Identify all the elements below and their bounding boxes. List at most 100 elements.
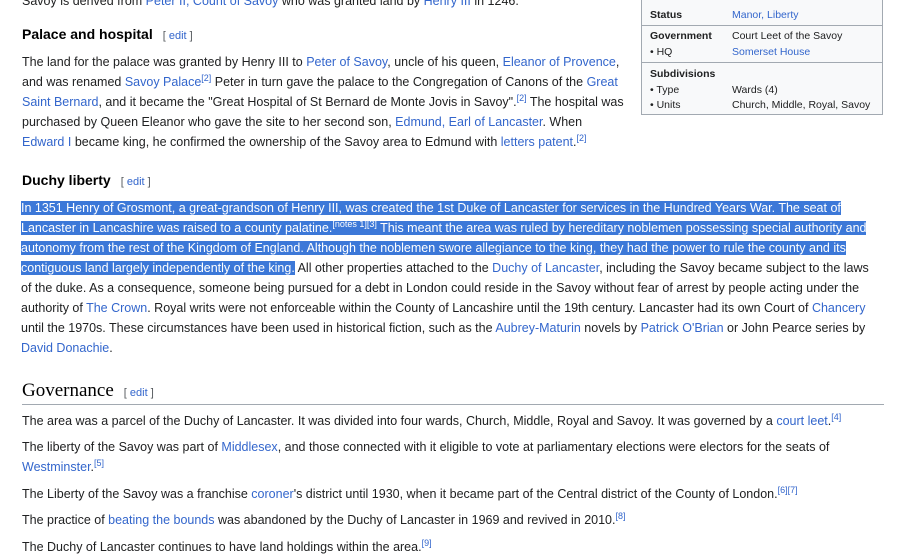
infobox-label: • HQ [650, 46, 673, 58]
edit-link[interactable]: edit [127, 176, 145, 188]
text: The land for the palace was granted by H… [22, 55, 307, 69]
text: , including the Savoy became subject to … [599, 261, 869, 275]
text: The practice of [22, 513, 109, 527]
divider [642, 25, 882, 26]
section-heading-governance: Governance [ edit ] [22, 380, 154, 402]
text: novels by [580, 321, 641, 335]
link-david-donachie[interactable]: David Donachie [21, 341, 109, 355]
ref-link[interactable]: [notes 1][3] [332, 219, 377, 229]
link-aubrey-maturin[interactable]: Aubrey-Maturin [495, 321, 580, 335]
text: The hospital was [526, 95, 624, 109]
ref-link[interactable]: [9] [422, 538, 432, 548]
section-heading-palace: Palace and hospital [ edit ] [22, 26, 193, 42]
link-savoy-palace[interactable]: Savoy Palace [125, 75, 201, 89]
text: . [109, 341, 113, 355]
text: became king, he confirmed the ownership … [71, 135, 501, 149]
link-peter-ii[interactable]: Peter II, Count of Savoy [146, 0, 279, 8]
text: Peter in turn gave the palace to the Con… [211, 75, 587, 89]
line: Westminster.[5] [22, 457, 829, 477]
text: of the duke. As a consequence, someone b… [21, 281, 860, 295]
heading-text: Governance [22, 380, 114, 401]
line: autonomy from the rest of the Kingdom of… [21, 238, 869, 258]
selected-text[interactable]: Lancaster in Lancashire was raised to a … [21, 219, 867, 235]
section-heading-duchy: Duchy liberty [ edit ] [22, 172, 151, 188]
link-peter-of-savoy[interactable]: Peter of Savoy [306, 55, 387, 69]
ref-link[interactable]: [8] [615, 511, 625, 521]
link-great-saint-bernard[interactable]: Saint Bernard [22, 95, 98, 109]
link-the-crown[interactable]: The Crown [86, 301, 147, 315]
text: The liberty of the Savoy was part of [22, 440, 222, 454]
line: until the 1970s. These circumstances hav… [21, 318, 869, 338]
ref-link[interactable]: [4] [831, 412, 841, 422]
link-edmund-earl-of-lancaster[interactable]: Edmund, Earl of Lancaster [395, 115, 542, 129]
infobox-label: Status [650, 9, 683, 21]
text: The Duchy of Lancaster continues to have… [22, 540, 422, 554]
line: purchased by Queen Eleanor who gave the … [22, 112, 624, 132]
selected-text[interactable]: In 1351 Henry of Grosmont, a great-grand… [21, 201, 841, 215]
text: purchased by Queen Eleanor who gave the … [22, 115, 396, 129]
text: in 1246. [470, 0, 519, 8]
line: David Donachie. [21, 338, 869, 358]
selected-text[interactable]: contiguous land largely independently of… [21, 261, 295, 275]
infobox-label: Subdivisions [650, 68, 716, 80]
text: The area was a parcel of the Duchy of La… [22, 414, 777, 428]
infobox-label: • Type [650, 84, 680, 96]
text: The Liberty of the Savoy was a franchise [22, 487, 252, 501]
heading-underline [22, 404, 884, 405]
link-henry-iii[interactable]: Henry III [424, 0, 471, 8]
link-beating-the-bounds[interactable]: beating the bounds [108, 513, 214, 527]
edit-link[interactable]: edit [169, 30, 187, 42]
paragraph-palace: The land for the palace was granted by H… [22, 52, 624, 152]
edit-link-wrapper: [ edit ] [123, 387, 154, 399]
text: , uncle of his queen, [387, 55, 503, 69]
paragraph-governance-5: The Duchy of Lancaster continues to have… [22, 537, 432, 557]
text: until the 1970s. These circumstances hav… [21, 321, 496, 335]
link-great-saint-bernard[interactable]: Great [587, 75, 618, 89]
selected-text[interactable]: autonomy from the rest of the Kingdom of… [21, 241, 846, 255]
edit-link-wrapper: [ edit ] [162, 30, 193, 42]
infobox-value: Wards (4) [732, 84, 778, 96]
paragraph-governance-4: The practice of beating the bounds was a… [22, 510, 626, 530]
link-middlesex[interactable]: Middlesex [221, 440, 277, 454]
link-westminster[interactable]: Westminster [22, 460, 91, 474]
link-edward-i[interactable]: Edward I [22, 135, 71, 149]
infobox-hq-link[interactable]: Somerset House [732, 46, 810, 58]
link-patrick-obrian[interactable]: Patrick O'Brian [641, 321, 724, 335]
link-coroner[interactable]: coroner [251, 487, 293, 501]
link-eleanor-of-provence[interactable]: Eleanor of Provence [503, 55, 616, 69]
text: This meant the area was ruled by heredit… [376, 221, 867, 235]
text: , [615, 55, 620, 69]
ref-link[interactable]: [2] [577, 133, 587, 143]
line: Saint Bernard, and it became the "Great … [22, 92, 624, 112]
text: 's district until 1930, when it became p… [293, 487, 778, 501]
edit-link[interactable]: edit [130, 387, 148, 399]
ref-link[interactable]: [2] [201, 73, 211, 83]
link-duchy-of-lancaster[interactable]: Duchy of Lancaster [492, 261, 599, 275]
line: contiguous land largely independently of… [21, 258, 869, 278]
link-letters-patent[interactable]: letters patent [501, 135, 573, 149]
ref-link[interactable]: [5] [94, 458, 104, 468]
line: The land for the palace was granted by H… [22, 52, 624, 72]
text: Savoy is derived from [22, 0, 146, 8]
text: . Royal writs were not enforceable withi… [147, 301, 812, 315]
edit-link-wrapper: [ edit ] [120, 176, 151, 188]
line: Edward I became king, he confirmed the o… [22, 132, 624, 152]
link-chancery[interactable]: Chancery [812, 301, 866, 315]
text: , and it became the "Great Hospital of S… [98, 95, 517, 109]
infobox-value: Church, Middle, Royal, Savoy [732, 99, 871, 111]
ref-link[interactable]: [2] [517, 93, 527, 103]
text: , and those connected with it eligible t… [277, 440, 830, 454]
line: authority of The Crown. Royal writs were… [21, 298, 869, 318]
text: All other properties attached to the [294, 261, 493, 275]
link-court-leet[interactable]: court leet [776, 414, 827, 428]
infobox-status-link[interactable]: Manor, Liberty [732, 9, 799, 21]
text: or John Pearce series by [723, 321, 866, 335]
line: The liberty of the Savoy was part of Mid… [22, 437, 829, 457]
text: who was granted land by [278, 0, 424, 8]
heading-text: Duchy liberty [22, 172, 111, 188]
line: Lancaster in Lancashire was raised to a … [21, 218, 869, 238]
divider [642, 62, 882, 63]
infobox-value: Court Leet of the Savoy [732, 30, 843, 42]
ref-link[interactable]: [6][7] [778, 485, 798, 495]
top-line: Savoy is derived from Peter II, Count of… [22, 0, 622, 11]
